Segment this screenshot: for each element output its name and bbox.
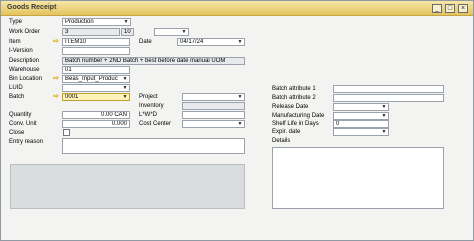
entry-reason-label: Entry reason xyxy=(9,139,44,145)
grid-area xyxy=(10,164,245,209)
chevron-down-icon: ▼ xyxy=(181,29,187,35)
cost-center-select[interactable]: ▼ xyxy=(182,120,245,128)
chevron-down-icon: ▼ xyxy=(122,94,128,100)
i-version-label: I-Version xyxy=(9,48,33,54)
goods-receipt-window: Goods Receipt _ □ × Type Production ▼ Wo… xyxy=(0,0,474,241)
release-date-label: Release Date xyxy=(272,104,309,110)
item-label: Item xyxy=(9,39,21,45)
shelf-life-label: Shelf Life in Days xyxy=(272,121,319,127)
bin-location-select[interactable]: Beas_Input_Produc ▼ xyxy=(62,75,130,83)
bin-location-value: Beas_Input_Produc xyxy=(65,76,118,82)
chevron-down-icon: ▼ xyxy=(122,85,128,91)
quantity-label: Quantity xyxy=(9,112,32,118)
chevron-down-icon: ▼ xyxy=(381,129,387,135)
inventory-label: Inventory xyxy=(139,103,164,109)
details-label: Details xyxy=(272,138,291,144)
i-version-field[interactable] xyxy=(62,47,130,55)
batch-value: 0001 xyxy=(65,94,79,100)
batch-field[interactable]: 0001 ▼ xyxy=(62,93,130,101)
title-bar: Goods Receipt _ □ × xyxy=(1,1,473,16)
shelf-life-field[interactable]: 0 xyxy=(333,120,389,128)
project-select[interactable]: ▼ xyxy=(182,93,245,101)
date-field[interactable]: 04/17/24 ▼ xyxy=(177,38,245,46)
chevron-down-icon: ▼ xyxy=(122,76,128,82)
conv-unit-label: Conv. Unit xyxy=(9,121,37,127)
manufacturing-date-label: Manufacturing Date xyxy=(272,113,325,119)
manufacturing-date-field[interactable]: ▼ xyxy=(333,112,389,120)
close-button[interactable]: × xyxy=(458,4,468,13)
expir-date-label: Expir. date xyxy=(272,129,301,135)
chevron-down-icon: ▼ xyxy=(123,19,129,25)
work-order-label: Work Order xyxy=(9,29,40,35)
bin-location-label: Bin Location xyxy=(9,76,43,82)
release-date-field[interactable]: ▼ xyxy=(333,103,389,111)
batch-label: Batch xyxy=(9,94,25,100)
window-title: Goods Receipt xyxy=(7,4,57,11)
expir-date-field[interactable]: ▼ xyxy=(333,128,389,136)
work-order-field[interactable]: 3 xyxy=(62,28,120,36)
maximize-button[interactable]: □ xyxy=(445,4,455,13)
type-select[interactable]: Production ▼ xyxy=(62,18,131,26)
type-value: Production xyxy=(65,19,94,25)
description-field[interactable]: Batch number + 2ND Batch + best before d… xyxy=(62,57,245,65)
details-textarea[interactable] xyxy=(272,147,444,209)
chevron-down-icon: ▼ xyxy=(381,104,387,110)
close-checkbox[interactable] xyxy=(63,129,70,136)
close-label: Close xyxy=(9,130,25,136)
chevron-down-icon: ▼ xyxy=(237,121,243,127)
warehouse-label: Warehouse xyxy=(9,67,40,73)
luid-label: LUID xyxy=(9,85,23,91)
description-label: Description xyxy=(9,58,40,64)
type-label: Type xyxy=(9,19,23,25)
date-value: 04/17/24 xyxy=(180,39,204,45)
conv-unit-field[interactable]: 0.000 xyxy=(62,120,130,128)
luid-select[interactable]: ▼ xyxy=(62,84,130,92)
item-field[interactable]: ITEM10 xyxy=(62,38,130,46)
batch-attr1-label: Batch attribute 1 xyxy=(272,86,316,92)
entry-reason-textarea[interactable] xyxy=(62,138,245,154)
work-order-position-field[interactable]: 10 xyxy=(121,28,134,36)
batch-attr2-field[interactable] xyxy=(333,94,444,102)
lwd-label: L*W*D xyxy=(139,112,158,118)
batch-attr2-label: Batch attribute 2 xyxy=(272,95,316,101)
batch-attr1-field[interactable] xyxy=(333,85,444,93)
minimize-button[interactable]: _ xyxy=(432,4,442,13)
lwd-field[interactable] xyxy=(182,111,245,119)
inventory-field xyxy=(182,102,245,110)
chevron-down-icon: ▼ xyxy=(381,113,387,119)
quantity-field[interactable]: 0.00 CAN xyxy=(62,111,130,119)
item-link-arrow-icon[interactable]: ⇨ xyxy=(53,38,61,45)
project-label: Project xyxy=(139,94,158,100)
chevron-down-icon: ▼ xyxy=(237,94,243,100)
batch-link-arrow-icon[interactable]: ⇨ xyxy=(53,93,61,100)
work-order-sub-select[interactable]: ▼ xyxy=(154,28,189,36)
chevron-down-icon: ▼ xyxy=(237,39,243,45)
warehouse-field[interactable]: 01 xyxy=(62,66,130,74)
cost-center-label: Cost Center xyxy=(139,121,172,127)
bin-location-link-arrow-icon[interactable]: ⇨ xyxy=(53,75,61,82)
date-label: Date xyxy=(139,39,152,45)
